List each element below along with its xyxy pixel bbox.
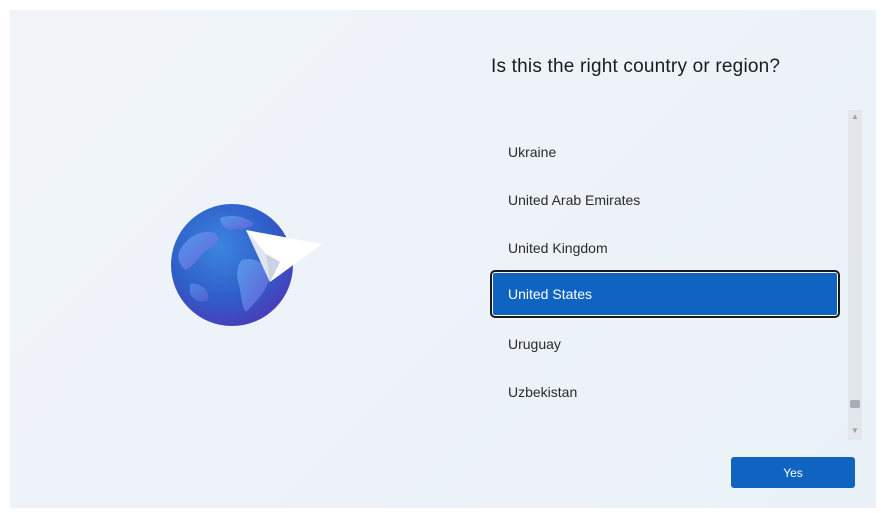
list-item-selected[interactable]: United States	[490, 270, 840, 318]
scrollbar-thumb[interactable]	[850, 400, 860, 408]
country-list: Ukraine United Arab Emirates United King…	[490, 128, 842, 428]
list-item[interactable]: United Arab Emirates	[490, 176, 840, 224]
chevron-down-icon[interactable]: ▼	[848, 424, 862, 438]
list-item[interactable]: Ukraine	[490, 128, 840, 176]
globe-paper-plane-icon	[150, 200, 330, 340]
chevron-up-icon[interactable]: ▲	[848, 110, 862, 124]
list-item[interactable]: United Kingdom	[490, 224, 840, 272]
page-title: Is this the right country or region?	[491, 56, 781, 77]
list-item[interactable]: Uzbekistan	[490, 368, 840, 416]
oobe-region-screen: Is this the right country or region? Ukr…	[10, 10, 876, 508]
list-scrollbar[interactable]: ▲ ▼	[848, 110, 862, 440]
yes-button[interactable]: Yes	[731, 457, 855, 488]
list-item[interactable]: Uruguay	[490, 320, 840, 368]
